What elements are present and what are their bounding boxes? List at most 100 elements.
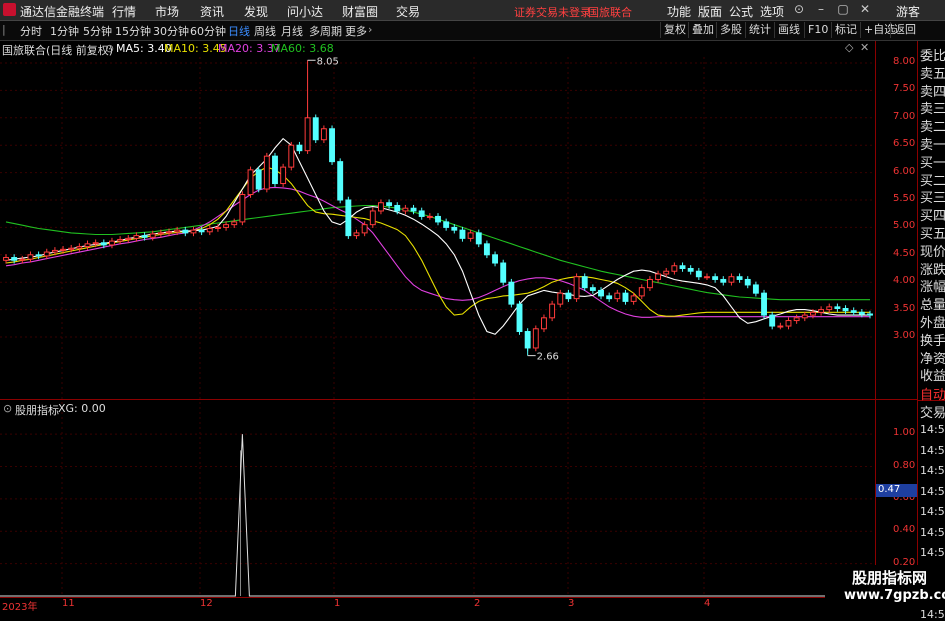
menu-layout[interactable]: 版面 xyxy=(698,3,722,20)
menu-function[interactable]: 功能 xyxy=(667,3,691,20)
period-30min[interactable]: 30分钟 xyxy=(153,23,189,39)
maximize-icon[interactable]: ▢ xyxy=(835,2,851,17)
trade-label[interactable]: 交易 xyxy=(920,402,945,421)
candle-body xyxy=(51,249,58,253)
candle-body xyxy=(426,215,433,218)
candle-body xyxy=(687,268,694,272)
candle-body xyxy=(752,284,759,294)
candle-body xyxy=(35,254,42,257)
more-chevron-icon[interactable]: › xyxy=(368,23,372,36)
mark-button[interactable]: 标记 xyxy=(831,22,860,38)
period-15min[interactable]: 15分钟 xyxy=(115,23,151,39)
y-tick-label: 6.50 xyxy=(893,138,916,150)
candle-body xyxy=(858,311,865,315)
candle-body xyxy=(60,248,67,251)
candle-body xyxy=(174,229,181,233)
period-1min[interactable]: 1分钟 xyxy=(50,23,79,39)
candle-body xyxy=(239,194,246,223)
stock-name-top: 国旅联合 xyxy=(588,6,632,19)
candle-body xyxy=(728,276,735,283)
period-multi[interactable]: 多周期 xyxy=(309,23,342,39)
candle-body xyxy=(646,278,653,289)
candle-body xyxy=(418,210,425,217)
tick-time: 14:56 xyxy=(920,546,945,559)
x-label-feb: 2 xyxy=(474,598,481,609)
candle-body xyxy=(345,199,352,237)
candle-body xyxy=(329,128,335,163)
watermark-title: 股朋指标网 xyxy=(852,569,928,587)
period-toolbar: | 分时 1分钟 5分钟 15分钟 30分钟 60分钟 日线 周线 月线 多周期… xyxy=(0,21,945,41)
menu-discover[interactable]: 发现 xyxy=(244,3,268,20)
candle-body xyxy=(679,265,686,269)
f10-button[interactable]: F10 xyxy=(804,22,831,38)
candle-body xyxy=(557,292,564,305)
adjust-button[interactable]: 复权 xyxy=(660,22,689,38)
candle-body xyxy=(663,270,670,275)
overlay-button[interactable]: 叠加 xyxy=(688,22,717,38)
period-daily[interactable]: 日线 xyxy=(228,23,250,39)
y-tick-label: 8.00 xyxy=(893,56,916,67)
help-icon[interactable]: ⊙ xyxy=(791,2,807,17)
y-tick-label: 7.00 xyxy=(893,110,916,122)
back-button[interactable]: 返回 xyxy=(890,22,919,38)
y-tick-label: 6.00 xyxy=(893,165,916,177)
quote-field-label: 买一 xyxy=(920,155,945,171)
quote-field-label: 总量 xyxy=(920,298,945,314)
candle-body xyxy=(589,287,596,291)
menu-news[interactable]: 资讯 xyxy=(200,3,224,20)
period-weekly[interactable]: 周线 xyxy=(254,23,276,39)
sub-y-tick-label: 0.80 xyxy=(893,459,916,471)
current-value-box: 0.47 xyxy=(876,484,918,497)
candle-body xyxy=(435,215,441,223)
candle-body xyxy=(198,229,205,233)
quote-field-label: 换手 xyxy=(920,333,945,349)
login-notice[interactable]: 证券交易未登录 xyxy=(514,4,591,20)
draw-line-button[interactable]: 画线 xyxy=(774,22,803,38)
pane-separator xyxy=(0,399,917,400)
menu-options[interactable]: 选项 xyxy=(760,3,784,20)
auto-label[interactable]: 自动 xyxy=(920,384,945,403)
menu-wealth[interactable]: 财富圈 xyxy=(342,3,378,20)
menu-market[interactable]: 市场 xyxy=(155,3,179,20)
indicator-settings-icon[interactable]: ⊙ xyxy=(3,402,12,415)
candle-body xyxy=(125,237,132,240)
candle-body xyxy=(11,257,18,261)
period-60min[interactable]: 60分钟 xyxy=(190,23,226,39)
candle-body xyxy=(483,243,490,256)
candle-body xyxy=(149,233,156,238)
candle-body xyxy=(614,292,621,300)
candle-body xyxy=(834,306,841,310)
candle-body xyxy=(206,227,213,233)
menu-formula[interactable]: 公式 xyxy=(729,3,753,20)
candle-body xyxy=(280,166,287,185)
period-monthly[interactable]: 月线 xyxy=(281,23,303,39)
sub-y-tick-label: 1.00 xyxy=(893,427,916,439)
user-label[interactable]: 游客 xyxy=(896,3,920,20)
main-grid xyxy=(0,57,875,597)
candle-body xyxy=(785,320,792,327)
menu-quotes[interactable]: 行情 xyxy=(112,3,136,20)
candle-body xyxy=(850,310,857,313)
y-tick-label: 7.50 xyxy=(893,83,916,95)
menu-trade[interactable]: 交易 xyxy=(396,3,420,20)
candle-body xyxy=(867,313,873,316)
close-icon[interactable]: ✕ xyxy=(857,2,873,17)
candle-body xyxy=(809,311,816,316)
multi-stock-button[interactable]: 多股 xyxy=(716,22,745,38)
candle-body xyxy=(84,243,91,248)
tick-time: 14:56 xyxy=(920,423,945,436)
period-more[interactable]: 更多 xyxy=(345,23,367,39)
menu-ask[interactable]: 问小达 xyxy=(287,3,323,20)
period-5min[interactable]: 5分钟 xyxy=(83,23,112,39)
y-tick-label: 3.50 xyxy=(893,302,916,314)
tick-time: 14:56 xyxy=(920,484,945,498)
period-timeshare[interactable]: 分时 xyxy=(20,23,42,39)
stats-button[interactable]: 统计 xyxy=(745,22,774,38)
quote-field-label: 委比 xyxy=(920,49,945,64)
candle-body xyxy=(801,314,808,319)
chart-area[interactable]: 8.05 2.66 xyxy=(0,41,875,597)
candle-body xyxy=(704,276,710,279)
candle-body xyxy=(451,226,458,231)
minimize-icon[interactable]: – xyxy=(813,2,829,17)
candle-body xyxy=(214,226,221,229)
